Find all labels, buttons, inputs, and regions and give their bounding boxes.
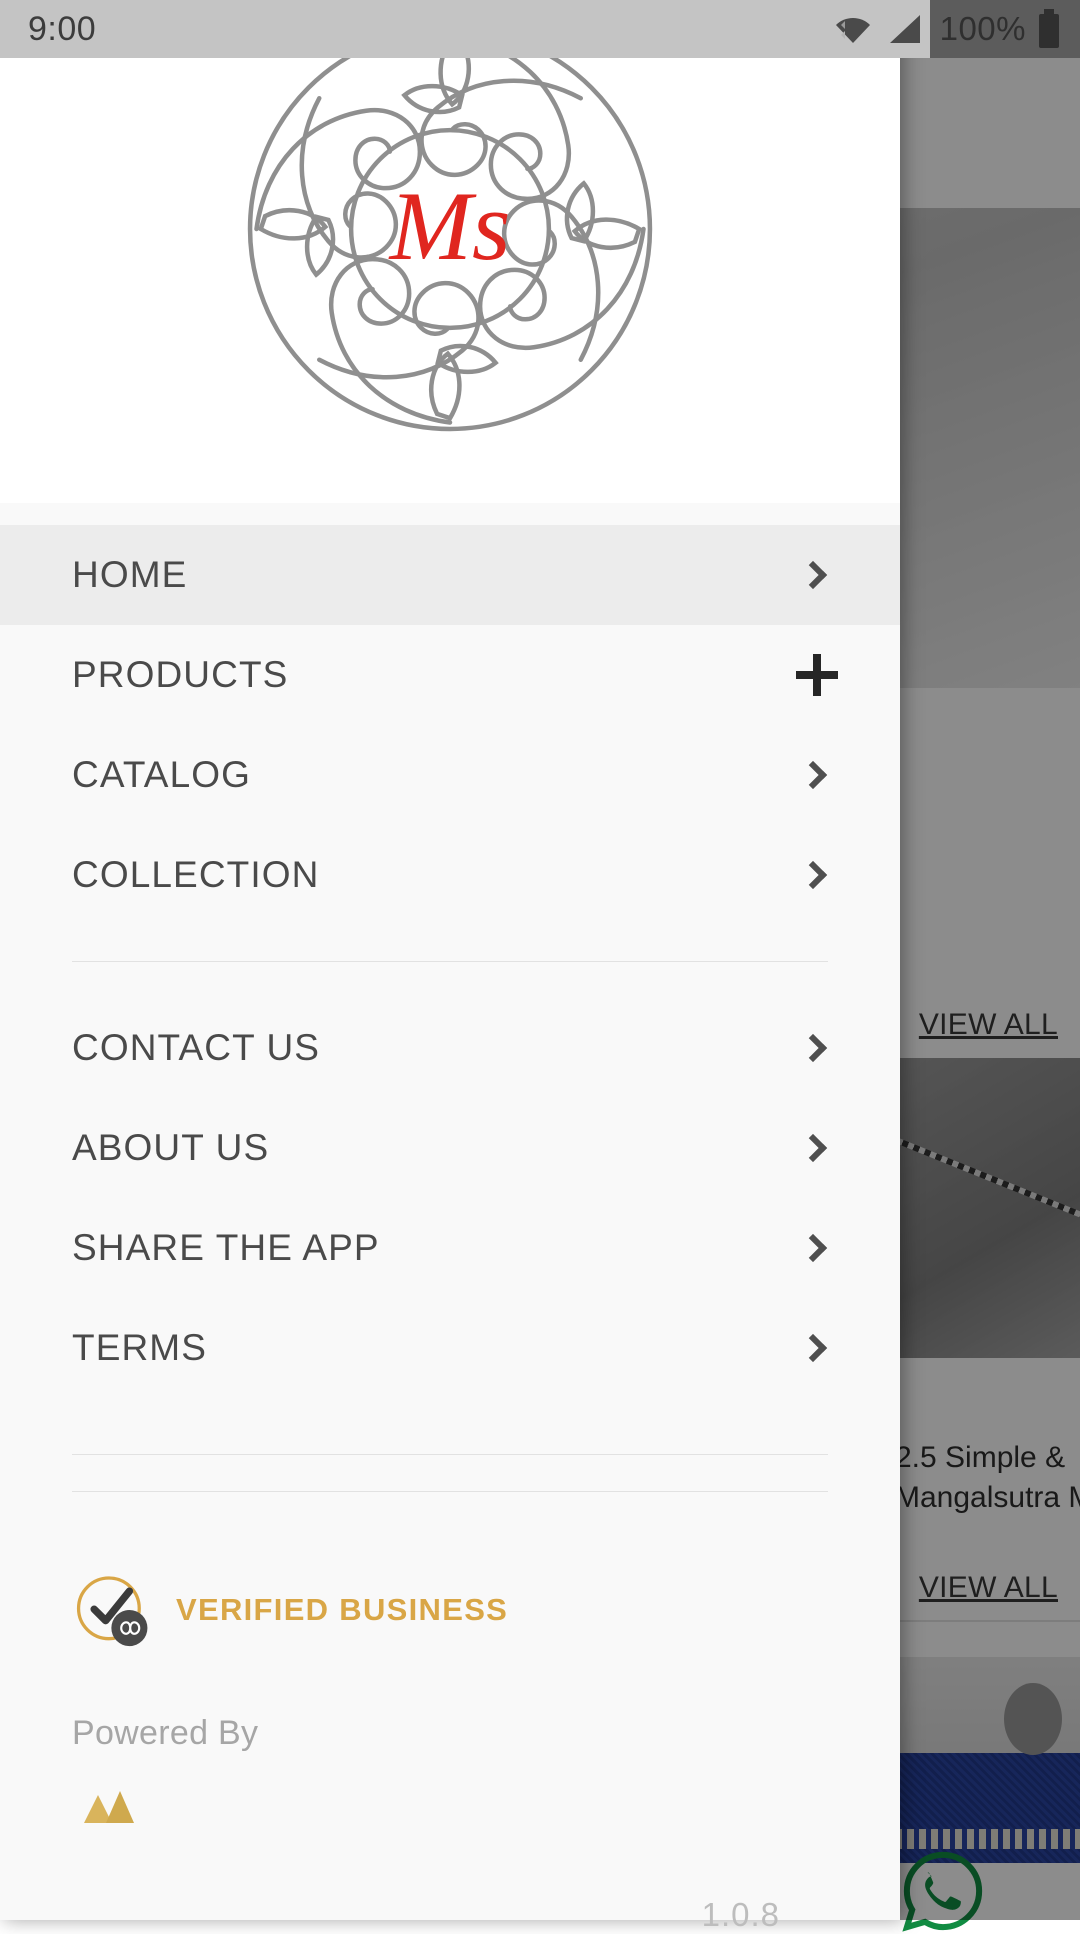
chevron-right-icon bbox=[794, 1025, 840, 1071]
menu-item-label: CONTACT US bbox=[72, 1027, 321, 1068]
app-version-label: 1.0.8 bbox=[701, 1896, 780, 1933]
drawer-header: Ms bbox=[0, 0, 900, 503]
menu-item-label: SHARE THE APP bbox=[72, 1227, 380, 1268]
menu-group-gap bbox=[0, 1492, 900, 1562]
plus-icon[interactable] bbox=[794, 652, 840, 698]
menu-item-share-the-app[interactable]: SHARE THE APP bbox=[0, 1198, 900, 1298]
menu-group-gap bbox=[0, 962, 900, 998]
menu-item-label: ABOUT US bbox=[72, 1127, 270, 1168]
menu-item-home[interactable]: HOME bbox=[0, 525, 900, 625]
menu-item-catalog[interactable]: CATALOG bbox=[0, 725, 900, 825]
status-bar-icons: 100% bbox=[830, 0, 1080, 58]
navigation-drawer: Ms HOME PRODUCTS CATALOG COLLECTION CONT… bbox=[0, 0, 900, 1933]
logo-monogram: Ms bbox=[388, 172, 511, 281]
menu-item-contact-us[interactable]: CONTACT US bbox=[0, 998, 900, 1098]
status-bar-battery-group: 100% bbox=[929, 0, 1080, 58]
chevron-right-icon bbox=[794, 852, 840, 898]
menu-item-terms[interactable]: TERMS bbox=[0, 1298, 900, 1398]
menu-group-gap bbox=[0, 1398, 900, 1454]
cellular-signal-icon bbox=[889, 15, 920, 43]
powered-by-label: Powered By bbox=[72, 1714, 259, 1752]
chevron-right-icon bbox=[794, 1325, 840, 1371]
menu-item-label: TERMS bbox=[72, 1327, 207, 1368]
menu-item-label: HOME bbox=[72, 554, 188, 595]
battery-percent-label: 100% bbox=[939, 10, 1026, 47]
menu-item-products[interactable]: PRODUCTS bbox=[0, 625, 900, 725]
menu-item-collection[interactable]: COLLECTION bbox=[0, 825, 900, 925]
partner-logo-icon bbox=[84, 1791, 134, 1823]
chevron-right-icon bbox=[794, 752, 840, 798]
verified-business-badge: VERIFIED BUSINESS bbox=[0, 1562, 900, 1658]
menu-item-label: CATALOG bbox=[72, 754, 252, 795]
chevron-right-icon bbox=[794, 552, 840, 598]
menu-item-about-us[interactable]: ABOUT US bbox=[0, 1098, 900, 1198]
battery-icon bbox=[1039, 9, 1059, 48]
powered-by-logo bbox=[0, 1779, 900, 1835]
menu-group-gap bbox=[0, 1455, 900, 1491]
verified-business-label: VERIFIED BUSINESS bbox=[176, 1592, 509, 1627]
chevron-right-icon bbox=[794, 1125, 840, 1171]
menu-group-gap bbox=[0, 925, 900, 961]
status-bar-connectivity-icons bbox=[830, 0, 930, 58]
brand-logo: Ms bbox=[247, 26, 653, 432]
menu-top-spacer bbox=[0, 503, 900, 525]
footer-gap bbox=[0, 1658, 900, 1714]
menu-item-label: COLLECTION bbox=[72, 854, 320, 895]
status-bar: 9:00 100% bbox=[0, 0, 1080, 58]
verified-check-infinity-icon bbox=[76, 1576, 148, 1647]
status-bar-clock: 9:00 bbox=[28, 9, 97, 48]
wifi-icon bbox=[835, 17, 870, 43]
chevron-right-icon bbox=[794, 1225, 840, 1271]
menu-item-label: PRODUCTS bbox=[72, 654, 289, 695]
